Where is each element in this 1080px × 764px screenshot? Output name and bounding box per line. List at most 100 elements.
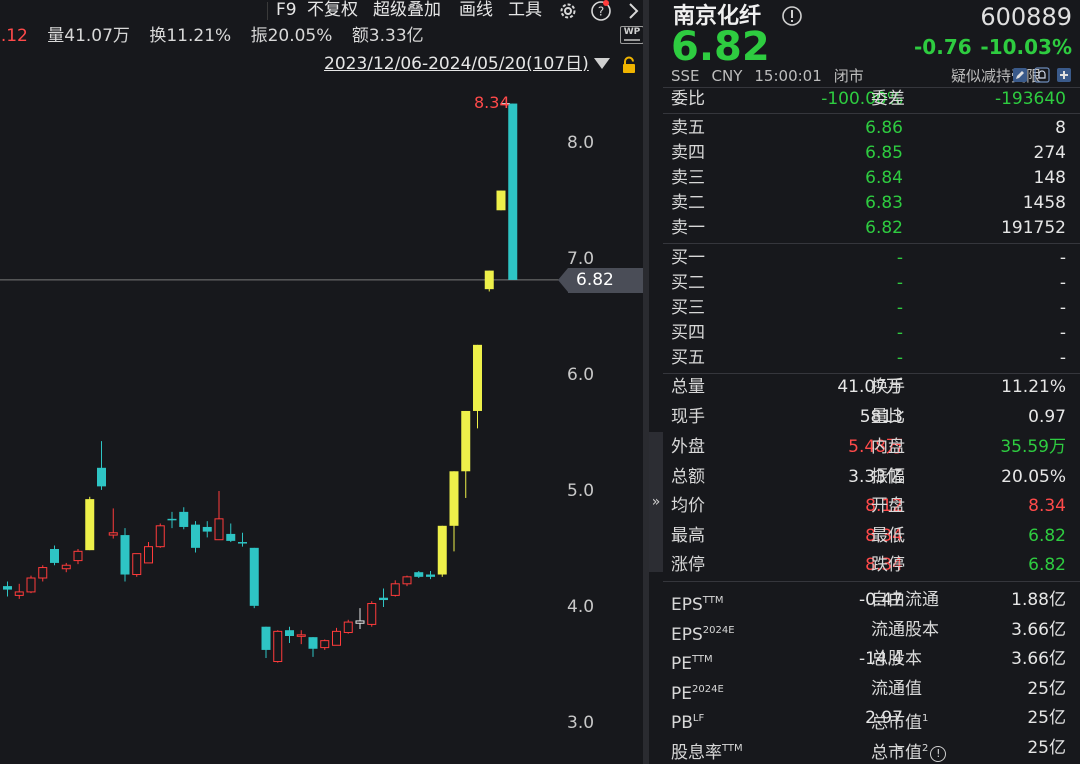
stat-value: 0.97 [1028,407,1066,427]
info-icon[interactable]: ! [930,746,947,762]
tb-f9-button[interactable]: F9 [276,0,297,20]
date-range-selector[interactable]: 2023/12/06-2024/05/20(107日) [324,53,589,75]
fund-label: 自由流通 [871,590,939,610]
stat-label: 均价 [671,496,705,516]
chevron-right-icon[interactable] [622,0,644,22]
fund-label: 流通股本 [871,620,939,640]
bid-row[interactable]: 买三 - - [663,296,1080,321]
candle-body [473,344,482,411]
tb-no-adjust-button[interactable]: 不复权 [307,0,358,20]
pane-divider[interactable] [643,0,649,764]
fund-label: 股息率TTM [671,736,743,764]
bid-row[interactable]: 买五 - - [663,346,1080,371]
candle-body [14,591,24,596]
divider [663,581,1080,582]
gear-icon[interactable] [557,0,579,22]
fund-label-sup: 1 [922,713,929,724]
chart-pane[interactable]: F9 不复权 超级叠加 画线 工具 ? 8.12 量41.07万 换11.21%… [0,0,649,764]
weicha-label: 委差 [871,89,905,109]
candle-body [238,542,247,544]
quote-time: 15:00:01 [754,67,822,85]
fund-label-sup: TTM [722,743,743,754]
fund-value: 3.66亿 [1011,649,1066,669]
candle-body [73,550,83,562]
bid-row[interactable]: 买四 - - [663,321,1080,346]
candle-body [144,546,153,564]
max-price-label: 8.34 [474,93,510,112]
ask-volume: 274 [1033,143,1066,163]
edit-icon[interactable] [1012,67,1028,83]
fund-label-sup: TTM [692,654,713,665]
stat-row: 外盘 5.48万 内盘 35.59万 [663,435,1080,460]
candle-body [120,535,130,575]
candle-body [249,547,259,606]
fund-label-text: 股息率 [671,743,722,763]
stat-value: 6.82 [1028,555,1066,575]
candle-body [379,597,388,601]
ask-price: 6.84 [865,168,903,188]
bid-label: 买一 [671,248,705,268]
y-tick-label: 7.0 [567,249,595,269]
divider [663,373,1080,374]
fund-label: PE2024E [671,677,724,707]
bid-row[interactable]: 买一 - - [663,246,1080,271]
stat-label: 振幅 [871,467,905,487]
fund-label-text: EPS [671,595,703,615]
toolbar-divider [267,2,268,20]
fund-label: 总股本 [871,649,922,669]
ask-label: 卖五 [671,118,705,138]
stat-label: 跌停 [871,555,905,575]
bid-row[interactable]: 买二 - - [663,271,1080,296]
ask-row[interactable]: 卖三 6.84 148 [663,166,1080,191]
divider [663,113,1080,114]
candle-body [191,524,200,548]
fund-value: 1.88亿 [1011,590,1066,610]
fund-label: PBLF [671,706,704,736]
bid-price: - [896,298,903,318]
candle-body [508,103,518,280]
ask-label: 卖三 [671,168,705,188]
candle-body [461,410,471,472]
stat-label: 最高 [671,526,705,546]
candle-body [343,621,353,634]
tb-tools-button[interactable]: 工具 [508,0,542,20]
candle-body [296,634,306,637]
ask-price: 6.86 [865,118,903,138]
alert-bell-icon[interactable] [1034,67,1050,83]
fund-row: 股息率TTM - 总市值2! 25亿 [663,736,1080,764]
market-status: 闭市 [833,67,864,85]
dropdown-arrow-icon[interactable] [594,58,610,69]
tb-draw-line-button[interactable]: 画线 [459,0,493,20]
tb-overlay-button[interactable]: 超级叠加 [373,0,441,20]
exchange-label: SSE [671,67,700,85]
stat-value: 20.05% [1001,467,1066,487]
info-icon[interactable] [781,5,803,27]
chart-stats-line: 8.12 量41.07万 换11.21% 振20.05% 额3.33亿 [0,24,438,48]
candle-body [426,574,435,577]
ask-volume: 8 [1055,118,1066,138]
ask-row[interactable]: 卖四 6.85 274 [663,141,1080,166]
lock-icon[interactable] [620,56,638,74]
candle-body [355,620,365,624]
bid-volume: - [1059,348,1066,368]
current-price: 6.82 [671,24,770,70]
stat-value: 6.82 [1028,526,1066,546]
stock-code: 600889 [980,3,1072,31]
ask-label: 卖二 [671,193,705,213]
ask-row[interactable]: 卖二 6.83 1458 [663,191,1080,216]
fund-label-sup: LF [692,713,705,724]
candle-body [484,270,494,290]
ask-label: 卖一 [671,218,705,238]
stat-label: 内盘 [871,437,905,457]
collapse-panel-icon[interactable]: » [649,432,663,572]
add-watchlist-icon[interactable] [1056,67,1072,83]
wp-badge[interactable]: WP [620,26,644,44]
amount-stat: 额3.33亿 [351,26,424,46]
ask-row[interactable]: 卖五 6.86 8 [663,116,1080,141]
candlestick-chart[interactable] [0,0,643,764]
bid-volume: - [1059,273,1066,293]
ask-row[interactable]: 卖一 6.82 191752 [663,216,1080,241]
bid-price: - [896,248,903,268]
bid-price: - [896,348,903,368]
y-tick-label: 4.0 [567,597,595,617]
